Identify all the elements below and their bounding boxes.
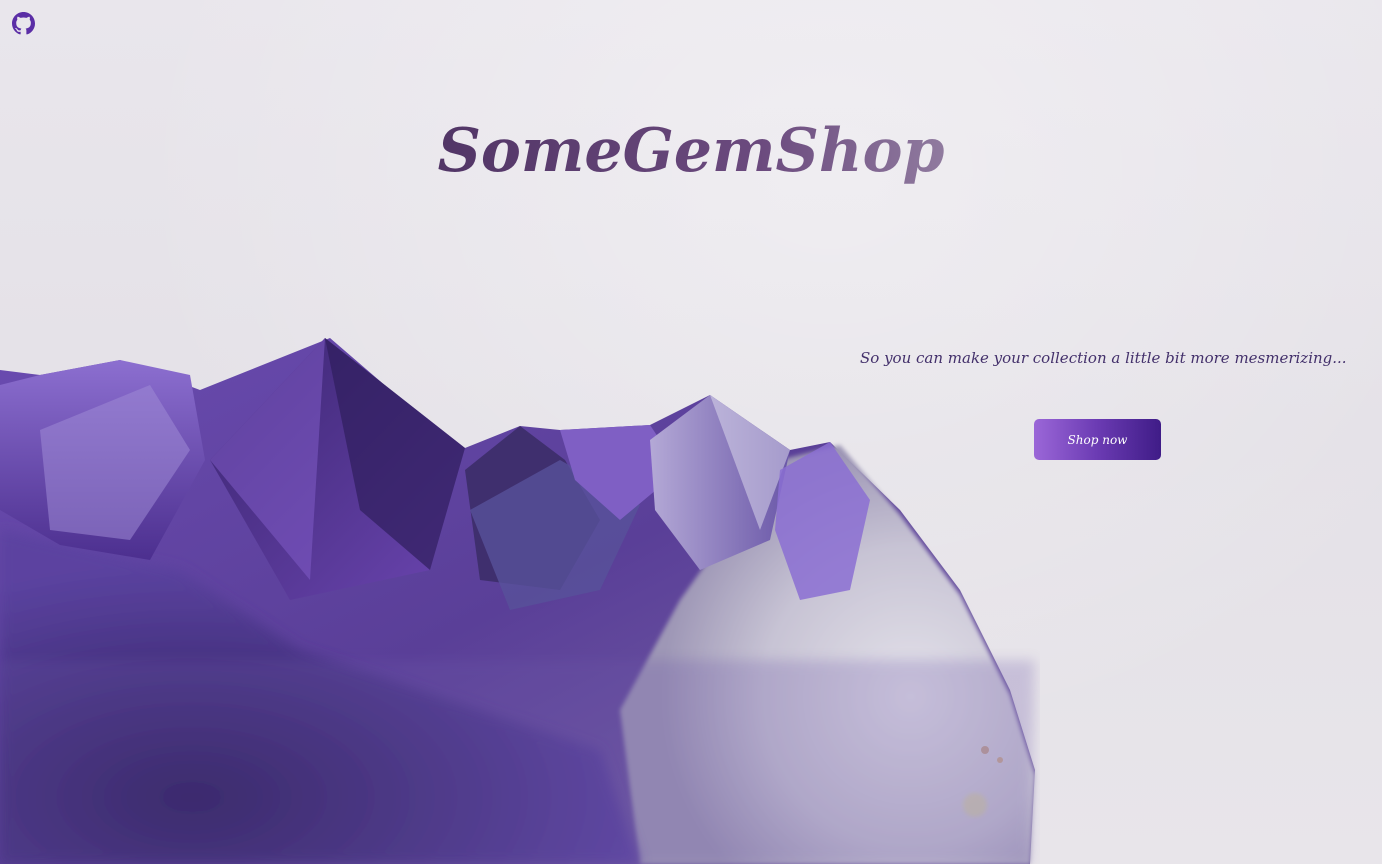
- github-link[interactable]: [12, 12, 35, 35]
- site-title: SomeGemShop: [0, 106, 1382, 196]
- hero-crystal-image: [0, 330, 1040, 864]
- shop-now-button[interactable]: Shop now: [1034, 419, 1161, 460]
- github-icon: [12, 12, 35, 35]
- hero-tagline: So you can make your collection a little…: [860, 349, 1347, 367]
